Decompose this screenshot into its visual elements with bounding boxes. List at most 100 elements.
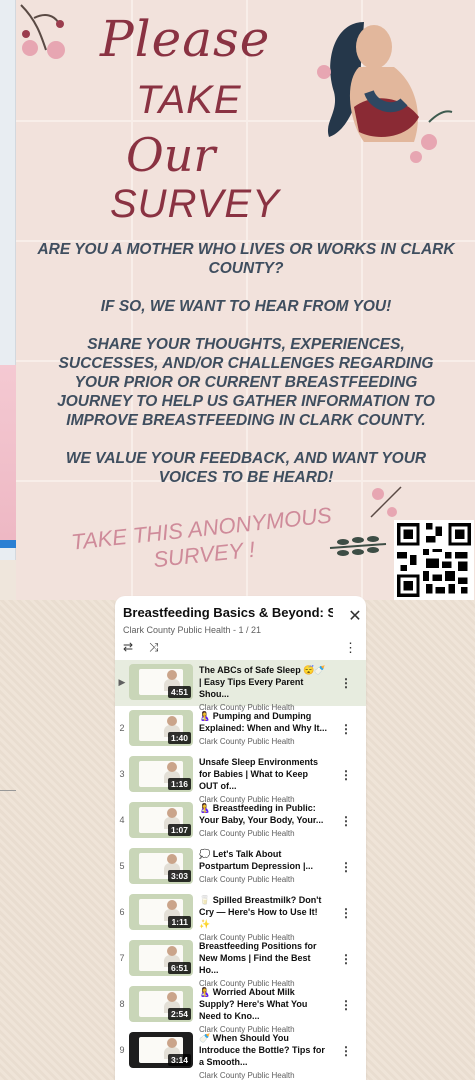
channel-name[interactable]: Clark County Public Health xyxy=(199,875,329,884)
poster-title-our: Our xyxy=(126,128,216,182)
video-thumbnail[interactable]: 1:16 xyxy=(129,756,193,792)
poster-title-please: Please xyxy=(100,10,271,68)
poster-body-text: ARE YOU A MOTHER WHO LIVES OR WORKS IN C… xyxy=(36,240,456,506)
video-meta: The ABCs of Safe Sleep 😴🍼 | Easy Tips Ev… xyxy=(199,664,329,712)
playlist-header: Breastfeeding Basics & Beyond: Sup... Cl… xyxy=(115,596,366,658)
video-duration: 1:07 xyxy=(167,824,191,836)
video-duration: 3:14 xyxy=(167,1054,191,1066)
thumbnail-face xyxy=(167,670,177,680)
video-meta: 💭 Let's Talk About Postpartum Depression… xyxy=(199,848,329,884)
flower-branch-icon xyxy=(20,4,65,59)
more-options-icon[interactable]: ⋮ xyxy=(344,640,357,656)
playlist-item-index: 4 xyxy=(119,815,125,825)
more-options-icon[interactable]: ⋮ xyxy=(340,952,352,966)
playlist-title[interactable]: Breastfeeding Basics & Beyond: Sup... xyxy=(123,605,333,620)
video-title[interactable]: 🤱 Breastfeeding in Public: Your Baby, Yo… xyxy=(199,802,329,826)
poster-paragraph: SHARE YOUR THOUGHTS, EXPERIENCES, SUCCES… xyxy=(57,336,435,429)
playlist-item[interactable]: 9 3:14 🍼 When Should You Introduce the Bot… xyxy=(115,1028,366,1080)
channel-name[interactable]: Clark County Public Health xyxy=(199,829,329,838)
video-meta: 🤱 Pumping and Dumping Explained: When an… xyxy=(199,710,329,746)
video-meta: 🍼 When Should You Introduce the Bottle? … xyxy=(199,1032,329,1080)
playlist-item-index: 7 xyxy=(119,953,125,963)
video-thumbnail[interactable]: 6:51 xyxy=(129,940,193,976)
thumbnail-face xyxy=(167,946,177,956)
video-thumbnail[interactable]: 3:14 xyxy=(129,1032,193,1068)
video-thumbnail[interactable]: 1:11 xyxy=(129,894,193,930)
mother-illustration-icon xyxy=(317,22,453,163)
playlist-item-index: 8 xyxy=(119,999,125,1009)
playlist-items: ▶ 4:51 The ABCs of Safe Sleep 😴🍼 | Easy Ti… xyxy=(115,660,366,1080)
more-options-icon[interactable]: ⋮ xyxy=(340,1044,352,1058)
video-duration: 1:16 xyxy=(167,778,191,790)
playlist-item-index: 2 xyxy=(119,723,125,733)
more-options-icon[interactable]: ⋮ xyxy=(340,722,352,736)
playlist-item-index: 9 xyxy=(119,1045,125,1055)
video-thumbnail[interactable]: 2:54 xyxy=(129,986,193,1022)
poster-paragraph: ARE YOU A MOTHER WHO LIVES OR WORKS IN C… xyxy=(37,241,455,277)
playlist-subtitle: Clark County Public Health - 1 / 21 xyxy=(123,625,262,635)
thumbnail-face xyxy=(167,854,177,864)
thumbnail-face xyxy=(167,900,177,910)
left-divider xyxy=(0,790,16,791)
flower-icon xyxy=(370,486,402,518)
playlist-item[interactable]: 2 1:40 🤱 Pumping and Dumping Explained: Wh… xyxy=(115,706,366,752)
more-options-icon[interactable]: ⋮ xyxy=(340,676,352,690)
video-title[interactable]: 🤱 Pumping and Dumping Explained: When an… xyxy=(199,710,329,734)
left-accent-bar xyxy=(0,540,16,548)
thumbnail-face xyxy=(167,762,177,772)
playlist-item[interactable]: ▶ 4:51 The ABCs of Safe Sleep 😴🍼 | Easy Ti… xyxy=(115,660,366,712)
more-options-icon[interactable]: ⋮ xyxy=(340,814,352,828)
video-duration: 1:11 xyxy=(168,916,191,928)
channel-name[interactable]: Clark County Public Health xyxy=(199,1071,329,1080)
thumbnail-face xyxy=(167,992,177,1002)
more-options-icon[interactable]: ⋮ xyxy=(340,768,352,782)
playlist-item[interactable]: 6 1:11 🥛 Spilled Breastmilk? Don't Cry — H… xyxy=(115,890,366,942)
video-duration: 6:51 xyxy=(167,962,191,974)
video-meta: Breastfeeding Positions for New Moms | F… xyxy=(199,940,329,988)
playlist-panel: Breastfeeding Basics & Beyond: Sup... Cl… xyxy=(115,596,366,1080)
loop-icon[interactable]: ⇄ xyxy=(123,640,139,654)
video-thumbnail[interactable]: 3:03 xyxy=(129,848,193,884)
video-title[interactable]: 💭 Let's Talk About Postpartum Depression… xyxy=(199,848,329,872)
video-thumbnail[interactable]: 4:51 xyxy=(129,664,193,700)
left-image-fragment xyxy=(0,365,16,540)
shuffle-icon[interactable]: ⤨ xyxy=(149,640,165,654)
playlist-item[interactable]: 3 1:16 Unsafe Sleep Environments for Babie… xyxy=(115,752,366,804)
channel-name[interactable]: Clark County Public Health xyxy=(199,737,329,746)
playlist-item[interactable]: 5 3:03 💭 Let's Talk About Postpartum Depre… xyxy=(115,844,366,890)
video-thumbnail[interactable]: 1:40 xyxy=(129,710,193,746)
qr-code-icon[interactable] xyxy=(394,520,474,600)
more-options-icon[interactable]: ⋮ xyxy=(340,998,352,1012)
video-title[interactable]: 🤱 Worried About Milk Supply? Here's What… xyxy=(199,986,329,1022)
playlist-item[interactable]: 7 6:51 Breastfeeding Positions for New Mom… xyxy=(115,936,366,988)
video-duration: 2:54 xyxy=(167,1008,191,1020)
close-icon[interactable]: ✕ xyxy=(348,609,362,625)
poster-title-take: TAKE xyxy=(136,78,242,122)
video-title[interactable]: The ABCs of Safe Sleep 😴🍼 | Easy Tips Ev… xyxy=(199,664,329,700)
video-duration: 1:40 xyxy=(167,732,191,744)
poster-title-survey: SURVEY xyxy=(110,182,280,226)
video-meta: 🤱 Breastfeeding in Public: Your Baby, Yo… xyxy=(199,802,329,838)
thumbnail-face xyxy=(167,716,177,726)
video-title[interactable]: 🍼 When Should You Introduce the Bottle? … xyxy=(199,1032,329,1068)
leaf-branch-icon xyxy=(329,536,387,556)
video-meta: Unsafe Sleep Environments for Babies | W… xyxy=(199,756,329,804)
more-options-icon[interactable]: ⋮ xyxy=(340,906,352,920)
video-title[interactable]: 🥛 Spilled Breastmilk? Don't Cry — Here's… xyxy=(199,894,329,930)
playlist-item[interactable]: 8 2:54 🤱 Worried About Milk Supply? Here's… xyxy=(115,982,366,1034)
playlist-controls: ⇄ ⤨ xyxy=(123,640,165,654)
playlist-item-index: ▶ xyxy=(118,677,126,687)
thumbnail-face xyxy=(167,808,177,818)
playlist-item[interactable]: 4 1:07 🤱 Breastfeeding in Public: Your Bab… xyxy=(115,798,366,844)
anonymous-survey-callout: TAKE THIS ANONYMOUS SURVEY ! xyxy=(70,502,336,581)
playlist-item-index: 5 xyxy=(119,861,125,871)
thumbnail-face xyxy=(167,1038,177,1048)
video-title[interactable]: Unsafe Sleep Environments for Babies | W… xyxy=(199,756,329,792)
video-duration: 4:51 xyxy=(167,686,191,698)
video-title[interactable]: Breastfeeding Positions for New Moms | F… xyxy=(199,940,329,976)
poster-paragraph: IF SO, WE WANT TO HEAR FROM YOU! xyxy=(100,298,392,315)
video-meta: 🥛 Spilled Breastmilk? Don't Cry — Here's… xyxy=(199,894,329,942)
video-duration: 3:03 xyxy=(167,870,191,882)
video-thumbnail[interactable]: 1:07 xyxy=(129,802,193,838)
more-options-icon[interactable]: ⋮ xyxy=(340,860,352,874)
